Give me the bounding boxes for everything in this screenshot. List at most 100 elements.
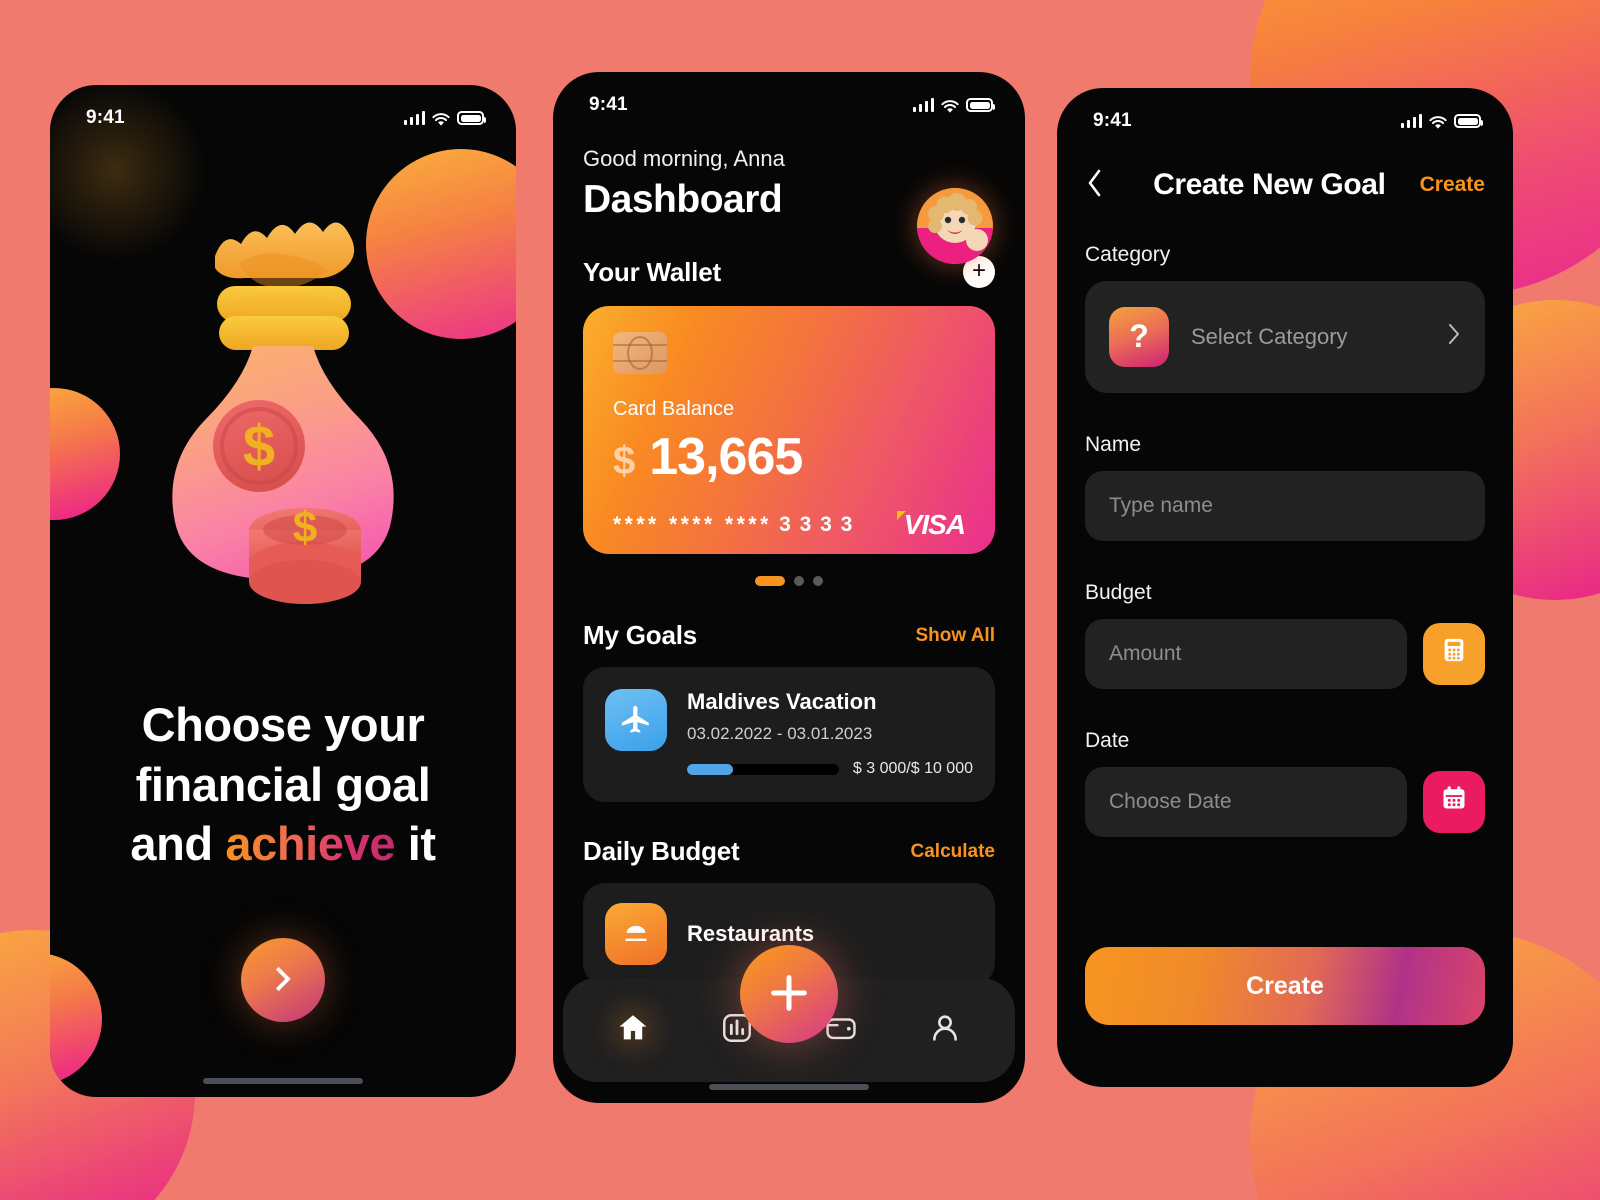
status-icons [1400, 114, 1483, 129]
goal-name: Maldives Vacation [687, 689, 877, 714]
phone-screen-create-goal: 9:41 Create New Goal Create Category ? S… [1057, 88, 1513, 1087]
goal-progress: $ 3 000/$ 10 000 [687, 760, 973, 778]
headline-line-3-suffix: it [395, 817, 436, 871]
wifi-icon [941, 98, 959, 113]
cellular-signal-icon [403, 111, 425, 125]
status-icons [912, 98, 995, 113]
calculate-button[interactable]: Calculate [911, 841, 995, 863]
calendar-button[interactable] [1423, 770, 1485, 833]
card-balance-label: Card Balance [613, 398, 735, 420]
greeting-text: Good morning, Anna [583, 146, 785, 171]
pagination-dot-2[interactable] [794, 576, 804, 586]
budget-input[interactable] [1085, 618, 1407, 689]
card-number: **** **** **** 3 3 3 3 [613, 513, 854, 537]
card-footer: **** **** **** 3 3 3 3 VISA [613, 509, 966, 541]
plus-icon [766, 970, 812, 1019]
headline-line-2: financial goal [135, 757, 431, 811]
page-title: Create New Goal [1153, 168, 1386, 202]
goals-section-title: My Goals [583, 620, 697, 650]
phone-screen-dashboard: 9:41 Good morning, Anna Dashboard Your W… [553, 72, 1025, 1103]
visa-logo-icon: VISA [896, 509, 966, 541]
create-link-button[interactable]: Create [1420, 173, 1485, 197]
plus-icon: + [971, 256, 986, 284]
status-time: 9:41 [589, 94, 628, 115]
status-bar: 9:41 [1057, 88, 1513, 132]
restaurant-icon [605, 903, 667, 965]
money-bag-3d-illustration: $ $ [50, 190, 516, 610]
card-number-masked: **** **** **** [613, 513, 772, 536]
headline-accent-word: achieve [225, 817, 396, 871]
budget-section-title: Daily Budget [583, 836, 740, 866]
chevron-right-icon [1447, 321, 1461, 352]
card-currency-symbol: $ [613, 439, 636, 483]
battery-full-icon [1454, 114, 1483, 128]
headline-line-3-prefix: and [130, 817, 226, 871]
wifi-icon [1429, 114, 1447, 129]
airplane-icon [605, 689, 667, 751]
category-selector[interactable]: ? Select Category [1085, 280, 1485, 393]
carousel-pagination[interactable] [583, 576, 995, 586]
budget-field-row [1085, 618, 1485, 689]
calculator-icon [1440, 636, 1468, 672]
chevron-left-icon [1085, 168, 1105, 206]
date-label: Date [1085, 728, 1130, 752]
goals-section-header: My Goals Show All [583, 620, 995, 651]
bank-card[interactable]: Card Balance $ 13,665 **** **** **** 3 3… [583, 306, 995, 554]
home-indicator[interactable] [709, 1084, 869, 1090]
cellular-signal-icon [1400, 114, 1422, 128]
tab-profile[interactable] [916, 1001, 974, 1059]
show-all-button[interactable]: Show All [915, 625, 995, 647]
battery-full-icon [457, 111, 486, 125]
card-number-last4: 3 3 3 3 [779, 513, 854, 536]
page-title: Choose your financial goal and achieve i… [50, 695, 516, 874]
goal-amount-text: $ 3 000/$ 10 000 [852, 760, 973, 777]
card-chip-icon [613, 332, 667, 374]
add-transaction-fab[interactable] [740, 945, 838, 1043]
svg-text:$: $ [293, 503, 317, 552]
budget-section-header: Daily Budget Calculate [583, 836, 995, 867]
list-item[interactable]: Maldives Vacation 03.02.2022 - 03.01.202… [583, 667, 995, 802]
tab-home[interactable] [604, 1001, 662, 1059]
date-field-row [1085, 766, 1485, 837]
home-indicator[interactable] [203, 1078, 363, 1084]
card-balance-value: 13,665 [649, 428, 803, 486]
back-button[interactable] [1085, 168, 1119, 203]
create-button[interactable]: Create [1085, 947, 1485, 1025]
pagination-dot-3[interactable] [813, 576, 823, 586]
home-icon [616, 1011, 650, 1050]
headline-line-3: and achieve it [50, 814, 516, 874]
phone-screen-onboarding: 9:41 $ $ Choose your financial goal and … [50, 85, 516, 1097]
category-value: Select Category [1191, 323, 1348, 349]
calculator-button[interactable] [1423, 622, 1485, 685]
goal-date-range: 03.02.2022 - 03.01.2023 [687, 724, 873, 743]
card-balance-amount: $ 13,665 [613, 427, 965, 487]
name-field-row [1085, 470, 1485, 541]
pagination-dot-1[interactable] [755, 576, 785, 586]
calendar-icon [1440, 784, 1468, 820]
question-mark-icon: ? [1109, 306, 1169, 367]
name-label: Name [1085, 432, 1142, 456]
status-icons [403, 111, 486, 126]
status-time: 9:41 [1093, 110, 1132, 131]
cellular-signal-icon [912, 98, 934, 112]
wallet-section-title: Your Wallet [583, 256, 721, 287]
avatar[interactable] [917, 188, 993, 264]
svg-text:$: $ [243, 414, 275, 479]
navigation-bar: Create New Goal Create [1085, 168, 1485, 203]
wallet-section-header: Your Wallet + [583, 256, 995, 288]
person-icon [928, 1011, 962, 1050]
category-label: Category [1085, 242, 1171, 266]
headline-line-1: Choose your [141, 698, 425, 751]
next-button[interactable] [241, 938, 325, 1022]
chevron-right-icon [268, 964, 298, 997]
status-bar: 9:41 [50, 85, 516, 129]
wifi-icon [432, 111, 450, 126]
progress-fill [687, 763, 733, 775]
decor-circle-bottom-left [50, 953, 102, 1085]
date-input[interactable] [1085, 766, 1407, 837]
budget-item-name: Restaurants [687, 921, 815, 946]
progress-track [687, 763, 839, 775]
name-input[interactable] [1085, 470, 1485, 541]
status-bar: 9:41 [553, 72, 1025, 116]
budget-label: Budget [1085, 580, 1152, 604]
